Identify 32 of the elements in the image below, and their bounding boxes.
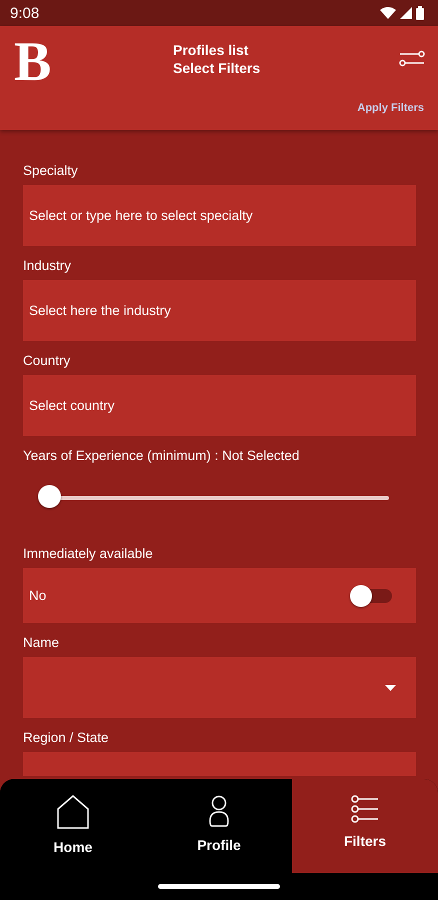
field-placeholder: Select here the industry [29, 303, 171, 318]
filter-settings-icon[interactable] [399, 49, 425, 69]
select-field[interactable]: Select here the industry [23, 280, 416, 341]
field-label: Region / State [23, 730, 110, 744]
apply-filters-button[interactable]: Apply Filters [357, 102, 424, 114]
status-time: 9:08 [10, 4, 40, 22]
battery-icon [416, 6, 424, 20]
toggle-value: No [29, 588, 46, 603]
field-label: Specialty [23, 163, 79, 177]
wifi-icon [380, 7, 396, 19]
field-placeholder: Select country [29, 398, 115, 413]
nav-tab[interactable]: Filters [292, 779, 438, 873]
caret-icon [385, 684, 396, 690]
gesture-handle[interactable] [158, 884, 280, 889]
field-placeholder: Select or type here to select specialty [29, 208, 253, 223]
signal-icon [400, 7, 412, 19]
field-label: Years of Experience (minimum) : Not Selected [23, 448, 300, 462]
list-icon [351, 795, 379, 823]
dropdown-field[interactable] [23, 657, 416, 718]
field-label: Country [23, 353, 72, 367]
person-icon [209, 795, 229, 827]
select-field[interactable]: Select country [23, 375, 416, 436]
field-label: Name [23, 635, 60, 649]
field-label: Industry [23, 258, 72, 272]
slider-thumb[interactable] [38, 484, 61, 508]
field-label: Immediately available [23, 546, 154, 560]
header-title: Profiles list [173, 41, 250, 59]
select-field[interactable] [23, 752, 416, 776]
select-field[interactable]: Select or type here to select specialty [23, 185, 416, 246]
app-logo: B [14, 34, 52, 90]
home-icon [57, 795, 89, 829]
header-subtitle: Select Filters [173, 59, 260, 77]
